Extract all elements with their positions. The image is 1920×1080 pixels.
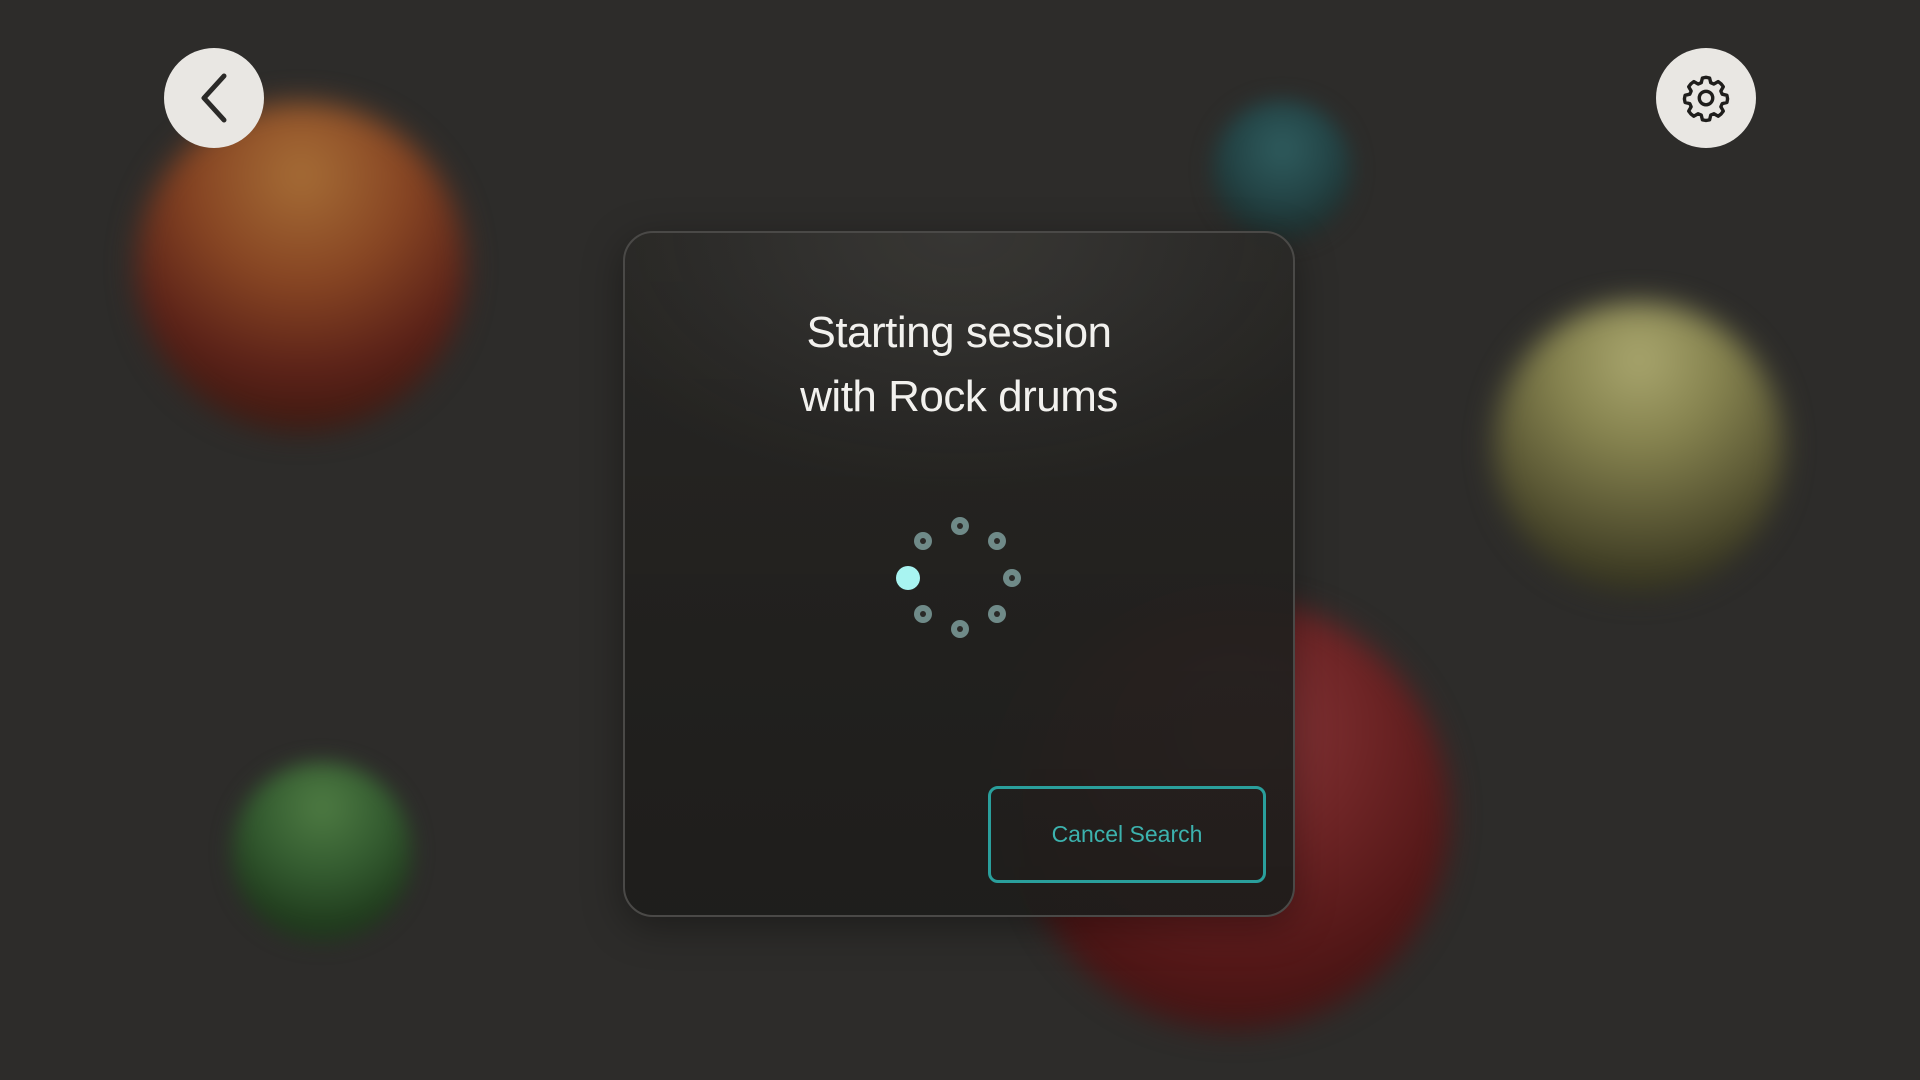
spinner-dot-active [896,566,920,590]
spinner-dot [914,532,932,550]
dialog-title-line-1: Starting session [806,308,1112,357]
spinner-dot [951,620,969,638]
background-orb-teal [1212,100,1352,240]
back-button[interactable] [164,48,264,148]
settings-button[interactable] [1656,48,1756,148]
spinner-dot [988,605,1006,623]
session-dialog: Starting session with Rock drums Cancel … [623,231,1295,917]
background-orb-yellow [1494,302,1784,592]
spinner-dot [1003,569,1021,587]
session-screen: Starting session with Rock drums Cancel … [0,0,1920,1080]
spinner-dot [988,532,1006,550]
background-orb-orange [136,102,466,432]
spinner-dot [914,605,932,623]
dialog-title: Starting session with Rock drums [625,301,1293,429]
spinner-dot [951,517,969,535]
background-orb-green [232,762,412,942]
dialog-title-line-2: with Rock drums [800,372,1118,421]
gear-icon [1682,75,1730,123]
chevron-left-icon [201,73,227,123]
spinner-icon [896,517,1021,638]
cancel-search-button[interactable]: Cancel Search [988,786,1266,883]
